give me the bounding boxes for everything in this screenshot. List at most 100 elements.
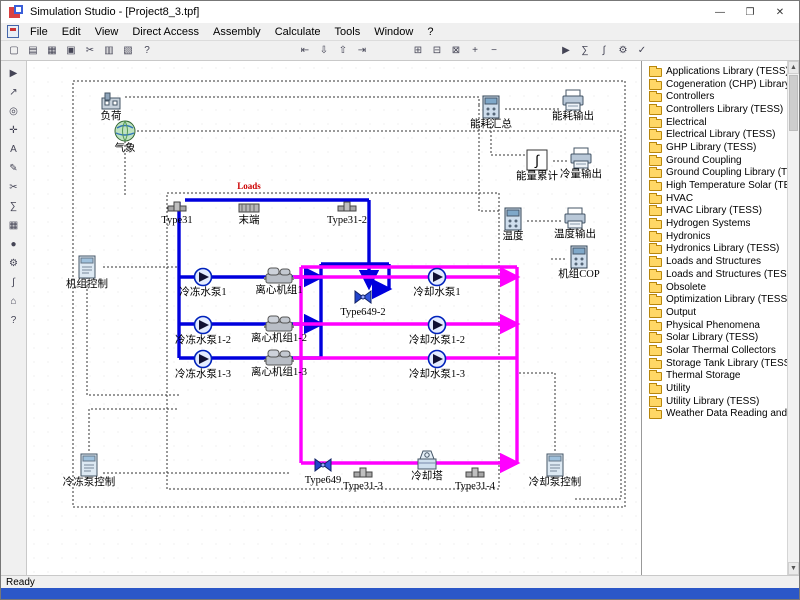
- component-tee-27[interactable]: Type31-4: [435, 457, 515, 492]
- tree-item[interactable]: HVAC: [642, 192, 787, 205]
- tree-item[interactable]: Controllers Library (TESS): [642, 103, 787, 116]
- menu-window[interactable]: Window: [367, 25, 420, 39]
- sum-button[interactable]: ∑: [576, 43, 594, 59]
- panel-scrollbar[interactable]: ▲ ▼: [787, 61, 799, 575]
- scrollbar-track[interactable]: [788, 132, 799, 562]
- component-controller-28[interactable]: 冷却泵控制: [515, 453, 595, 488]
- new-button[interactable]: ▢: [5, 43, 23, 59]
- component-chiller-14[interactable]: 离心机组1: [239, 261, 319, 296]
- tree-item[interactable]: Applications Library (TESS): [642, 65, 787, 78]
- tree-item[interactable]: Cogeneration (CHP) Library (TESS): [642, 78, 787, 91]
- component-output-10[interactable]: 温度输出: [535, 205, 615, 240]
- pencil-tool[interactable]: ✎: [4, 159, 24, 177]
- select-tool[interactable]: ▶: [4, 64, 24, 82]
- scroll-down-icon[interactable]: ▼: [788, 562, 799, 575]
- tree-item[interactable]: Hydronics: [642, 230, 787, 243]
- tree-item[interactable]: Weather Data Reading and Process: [642, 408, 787, 421]
- tree-item[interactable]: Loads and Structures: [642, 255, 787, 268]
- fit-view-button[interactable]: ⊠: [447, 43, 465, 59]
- component-terminal-3[interactable]: Loads末端: [209, 191, 289, 226]
- align-right-button[interactable]: ⇥: [353, 43, 371, 59]
- pan-tool[interactable]: ✛: [4, 121, 24, 139]
- menu-file[interactable]: File: [23, 25, 55, 39]
- component-output-6[interactable]: 能耗输出: [533, 87, 613, 122]
- component-pump-19[interactable]: 冷却水泵1-2: [397, 311, 477, 346]
- grid-tool[interactable]: ▦: [4, 216, 24, 234]
- link-tool[interactable]: ↗: [4, 83, 24, 101]
- tree-item[interactable]: Loads and Structures (TESS): [642, 268, 787, 281]
- menu-calculate[interactable]: Calculate: [268, 25, 328, 39]
- menu-?[interactable]: ?: [420, 25, 440, 39]
- tree-item[interactable]: Solar Thermal Collectors: [642, 344, 787, 357]
- copy-button[interactable]: ▥: [100, 43, 118, 59]
- component-meter-11[interactable]: 机组COP: [539, 245, 619, 280]
- cut-button[interactable]: ✂: [81, 43, 99, 59]
- component-pump-22[interactable]: 冷却水泵1-3: [397, 345, 477, 380]
- settings-button[interactable]: ⚙: [614, 43, 632, 59]
- text-tool[interactable]: A: [4, 140, 24, 158]
- component-load-0[interactable]: 负荷: [71, 87, 151, 122]
- zoom-in-button[interactable]: +: [466, 43, 484, 59]
- tree-item[interactable]: Utility: [642, 382, 787, 395]
- tree-item[interactable]: Optimization Library (TESS): [642, 293, 787, 306]
- zoom-out-button[interactable]: −: [485, 43, 503, 59]
- component-pump-15[interactable]: 冷却水泵1: [397, 263, 477, 298]
- cut-tool[interactable]: ✂: [4, 178, 24, 196]
- paste-button[interactable]: ▧: [119, 43, 137, 59]
- scrollbar-thumb[interactable]: [789, 75, 798, 131]
- menu-view[interactable]: View: [88, 25, 126, 39]
- tree-item[interactable]: Obsolete: [642, 281, 787, 294]
- tree-item[interactable]: GHP Library (TESS): [642, 141, 787, 154]
- component-controller-12[interactable]: 机组控制: [47, 255, 127, 290]
- component-pump-13[interactable]: 冷冻水泵1: [163, 263, 243, 298]
- tree-item[interactable]: Hydrogen Systems: [642, 217, 787, 230]
- component-fan-16[interactable]: Type649-2: [323, 283, 403, 318]
- node-tool[interactable]: ●: [4, 235, 24, 253]
- tree-item[interactable]: Electrical Library (TESS): [642, 128, 787, 141]
- integrator-tool[interactable]: ∫: [4, 273, 24, 291]
- settings-tool[interactable]: ⚙: [4, 254, 24, 272]
- tree-item[interactable]: High Temperature Solar (TESS): [642, 179, 787, 192]
- save-button[interactable]: ▦: [43, 43, 61, 59]
- close-button[interactable]: ✕: [765, 2, 795, 22]
- align-left-button[interactable]: ⇤: [296, 43, 314, 59]
- tree-item[interactable]: Storage Tank Library (TESS): [642, 357, 787, 370]
- check-button[interactable]: ✓: [633, 43, 651, 59]
- sum-tool[interactable]: ∑: [4, 197, 24, 215]
- print-button[interactable]: ▣: [62, 43, 80, 59]
- zoom-tool[interactable]: ◎: [4, 102, 24, 120]
- component-meter-5[interactable]: 能耗汇总: [451, 95, 531, 130]
- component-output-8[interactable]: 冷量输出: [541, 145, 621, 180]
- component-weather-1[interactable]: 气象: [85, 119, 165, 154]
- maximize-button[interactable]: ❐: [735, 2, 765, 22]
- tree-item[interactable]: Utility Library (TESS): [642, 395, 787, 408]
- tree-item[interactable]: Thermal Storage: [642, 370, 787, 383]
- home-tool[interactable]: ⌂: [4, 292, 24, 310]
- menu-tools[interactable]: Tools: [328, 25, 368, 39]
- title-bar[interactable]: Simulation Studio - [Project8_3.tpf] — ❐…: [1, 1, 799, 23]
- component-controller-23[interactable]: 冷冻泵控制: [49, 453, 129, 488]
- align-top-button[interactable]: ⇧: [334, 43, 352, 59]
- scroll-up-icon[interactable]: ▲: [788, 61, 799, 74]
- menu-edit[interactable]: Edit: [55, 25, 88, 39]
- component-pump-20[interactable]: 冷冻水泵1-3: [163, 345, 243, 380]
- component-chiller-21[interactable]: 离心机组1-3: [239, 343, 319, 378]
- run-button[interactable]: ▶: [557, 43, 575, 59]
- tree-item[interactable]: Hydronics Library (TESS): [642, 243, 787, 256]
- cascade-windows-button[interactable]: ⊟: [428, 43, 446, 59]
- minimize-button[interactable]: —: [705, 2, 735, 22]
- integrate-button[interactable]: ∫: [595, 43, 613, 59]
- tree-item[interactable]: Solar Library (TESS): [642, 331, 787, 344]
- diagram-canvas[interactable]: 负荷气象Type31Loads末端Type31-2能耗汇总能耗输出∫能量累计冷量…: [27, 61, 641, 575]
- help-button[interactable]: ?: [138, 43, 156, 59]
- tree-item[interactable]: Physical Phenomena: [642, 319, 787, 332]
- align-bottom-button[interactable]: ⇩: [315, 43, 333, 59]
- component-tee-2[interactable]: Type31: [137, 191, 217, 226]
- open-button[interactable]: ▤: [24, 43, 42, 59]
- help-tool[interactable]: ?: [4, 311, 24, 329]
- menu-assembly[interactable]: Assembly: [206, 25, 268, 39]
- tree-item[interactable]: HVAC Library (TESS): [642, 205, 787, 218]
- tree-item[interactable]: Ground Coupling Library (TESS): [642, 167, 787, 180]
- component-pump-17[interactable]: 冷冻水泵1-2: [163, 311, 243, 346]
- tree-item[interactable]: Electrical: [642, 116, 787, 129]
